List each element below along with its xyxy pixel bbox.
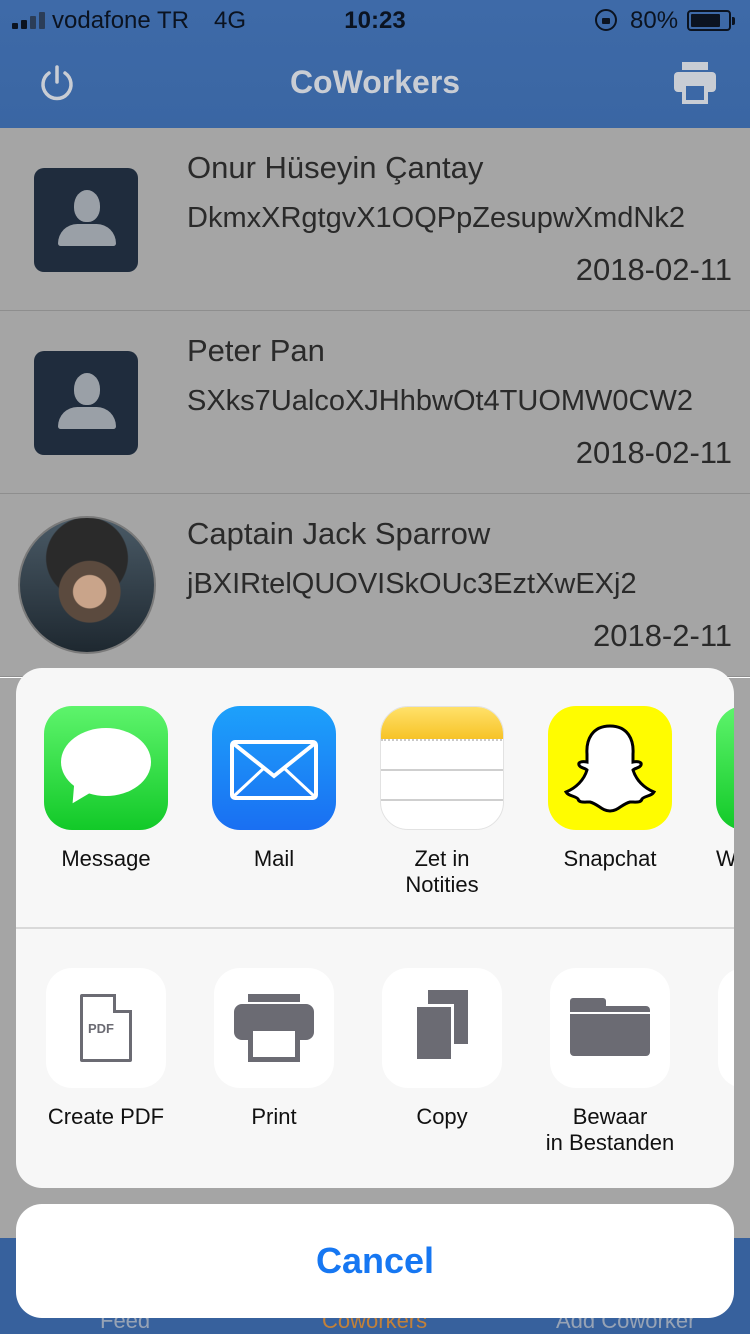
pdf-icon: PDF — [46, 968, 166, 1088]
coworker-row[interactable]: Captain Jack Sparrow jBXIRtelQUOVISkOUc3… — [0, 494, 750, 677]
navigation-bar: vodafone TR 4G 10:23 80% CoWorkers — [0, 0, 750, 128]
coworker-uid: SXks7UalcoXJHhbwOt4TUOMW0CW2 — [187, 385, 693, 417]
coworker-date: 2018-02-11 — [575, 435, 732, 470]
copy-icon — [382, 968, 502, 1088]
page-title: CoWorkers — [289, 64, 461, 100]
share-sheet: Message Mail Zet in Notities Snapchat W … — [16, 668, 734, 1188]
action-partial[interactable] — [718, 968, 734, 1088]
action-label: Create PDF — [47, 1104, 165, 1129]
action-label: Copy — [416, 1104, 468, 1129]
coworker-uid: jBXIRtelQUOVISkOUc3EztXwEXj2 — [187, 568, 637, 600]
share-app-notes[interactable]: Zet in Notities — [380, 706, 504, 898]
share-app-label: Snapchat — [563, 846, 657, 871]
snapchat-icon — [548, 706, 672, 830]
coworker-row[interactable]: Peter Pan SXks7UalcoXJHhbwOt4TUOMW0CW2 2… — [0, 311, 750, 494]
share-app-mail[interactable]: Mail — [212, 706, 336, 872]
avatar-photo — [18, 516, 156, 654]
action-print[interactable]: Print — [214, 968, 334, 1130]
share-app-partial[interactable]: W — [716, 706, 734, 872]
share-app-label: Zet in Notities — [405, 846, 479, 897]
notes-icon — [380, 706, 504, 830]
folder-icon — [550, 968, 670, 1088]
action-label: Bewaar in Bestanden — [545, 1104, 675, 1155]
battery-icon — [687, 10, 735, 31]
avatar-placeholder-icon — [34, 351, 138, 455]
cancel-button[interactable]: Cancel — [16, 1204, 734, 1318]
mail-icon — [212, 706, 336, 830]
sheet-divider — [16, 927, 734, 929]
battery-percentage: 80% — [630, 7, 679, 34]
coworker-date: 2018-2-11 — [592, 618, 732, 653]
share-app-snapchat[interactable]: Snapchat — [548, 706, 672, 872]
coworker-list: Onur Hüseyin Çantay DkmxXRgtgvX1OQPpZesu… — [0, 128, 750, 677]
action-create-pdf[interactable]: PDF Create PDF — [46, 968, 166, 1130]
message-icon — [44, 706, 168, 830]
partial-app-icon — [716, 706, 734, 830]
rotation-lock-icon — [595, 9, 617, 31]
action-label: Print — [251, 1104, 297, 1129]
share-app-message[interactable]: Message — [44, 706, 168, 872]
avatar-placeholder-icon — [34, 168, 138, 272]
coworker-name: Onur Hüseyin Çantay — [187, 150, 484, 185]
share-app-label: Message — [61, 846, 151, 871]
coworker-date: 2018-02-11 — [575, 252, 732, 287]
coworker-name: Captain Jack Sparrow — [187, 516, 491, 551]
coworker-uid: DkmxXRgtgvX1OQPpZesupwXmdNk2 — [187, 202, 685, 234]
status-bar: vodafone TR 4G 10:23 80% — [0, 0, 750, 40]
coworker-name: Peter Pan — [187, 333, 325, 368]
print-icon — [214, 968, 334, 1088]
action-copy[interactable]: Copy — [382, 968, 502, 1130]
printer-icon[interactable] — [672, 60, 718, 106]
share-app-label: W — [716, 846, 734, 871]
coworker-row[interactable]: Onur Hüseyin Çantay DkmxXRgtgvX1OQPpZesu… — [0, 128, 750, 311]
action-save-to-files[interactable]: Bewaar in Bestanden — [546, 968, 674, 1156]
share-app-label: Mail — [253, 846, 295, 871]
